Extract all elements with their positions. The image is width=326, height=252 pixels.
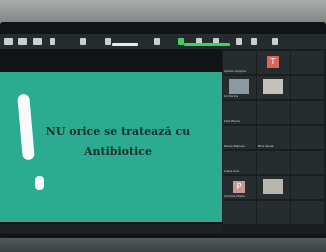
participant-name: Diana Blanaru	[224, 144, 246, 148]
participant-tile[interactable]: Bica Paula	[257, 126, 290, 149]
participant-tile[interactable]: Clas Elena	[223, 101, 256, 124]
layout-icon[interactable]	[33, 38, 42, 45]
participant-tile[interactable]	[291, 176, 324, 199]
reactions-icon[interactable]	[236, 38, 242, 45]
slide-title-line2: Antibiotice	[84, 145, 152, 158]
video-thumbnail	[263, 179, 283, 194]
desk-surface	[0, 238, 326, 252]
camera-icon[interactable]	[105, 38, 111, 45]
participant-tile[interactable]	[291, 76, 324, 99]
avatar: T	[267, 56, 279, 68]
participant-tile[interactable]	[291, 126, 324, 149]
participant-name: IA Viorica	[224, 94, 239, 98]
participant-name: Bica Paula	[258, 144, 274, 148]
participant-tile[interactable]	[257, 101, 290, 124]
participant-tile[interactable]	[257, 201, 290, 224]
participant-tile[interactable]	[223, 201, 256, 224]
participant-tile[interactable]: Diana Blanaru	[223, 126, 256, 149]
view-icon[interactable]	[50, 38, 55, 45]
participant-name: Adrian Grigore	[224, 69, 246, 73]
video-thumbnail	[229, 79, 249, 94]
participant-tile[interactable]: Ioana Ana	[223, 151, 256, 174]
participant-tile[interactable]: IA Viorica	[223, 76, 256, 99]
participant-tile[interactable]	[291, 51, 324, 74]
more-icon[interactable]	[251, 38, 257, 45]
settings-icon[interactable]	[272, 38, 278, 45]
wall-background	[0, 0, 326, 24]
app-icon[interactable]	[4, 38, 13, 45]
slide-title: NU orice se tratează cu Antibiotice	[28, 122, 208, 162]
shared-screen: NU orice se tratează cu Antibiotice	[0, 72, 222, 222]
participant-tile[interactable]	[291, 201, 324, 224]
participant-name: Clas Elena	[224, 119, 240, 123]
window-icon[interactable]	[18, 38, 27, 45]
participant-tile[interactable]: Adrian Grigore	[223, 51, 256, 74]
slide-title-line1: NU orice se tratează cu	[45, 125, 191, 138]
participant-gallery: Adrian Grigore T IA Viorica Clas Elena D…	[222, 49, 326, 234]
participant-tile[interactable]: P Cristina Matei	[223, 176, 256, 199]
participant-tile[interactable]: T	[257, 51, 290, 74]
participant-tile[interactable]	[257, 151, 290, 174]
pill-graphic-small	[35, 176, 44, 190]
share-icon[interactable]	[154, 38, 160, 45]
participant-name: Cristina Matei	[224, 194, 245, 198]
participant-tile[interactable]	[257, 176, 290, 199]
avatar: P	[233, 181, 245, 193]
volume-slider[interactable]	[112, 43, 138, 46]
participant-tile[interactable]	[291, 151, 324, 174]
screen-share-footer	[0, 224, 222, 234]
video-thumbnail	[263, 79, 283, 94]
audio-level-bar	[184, 43, 230, 46]
mic-icon[interactable]	[80, 38, 86, 45]
participant-tile[interactable]	[291, 101, 324, 124]
participant-name: Ioana Ana	[224, 169, 240, 173]
participant-tile[interactable]	[257, 76, 290, 99]
